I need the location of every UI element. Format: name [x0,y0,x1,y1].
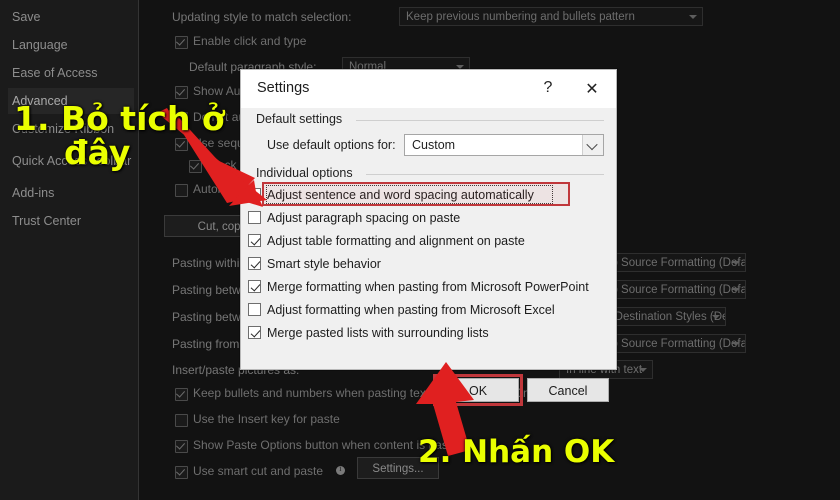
option-label-adjust-sentence-spacing[interactable]: Adjust sentence and word spacing automat… [267,188,534,202]
use-default-options-dropdown[interactable]: Custom [404,134,604,156]
close-button[interactable]: ✕ [572,70,612,108]
chevron-down-icon [732,288,740,292]
smart-cut-paste-checkbox[interactable] [175,466,188,479]
updating-style-dropdown[interactable]: Keep previous numbering and bullets patt… [399,7,703,26]
chevron-down-icon[interactable] [582,135,603,155]
sidebar-item-add-ins[interactable]: Add-ins [8,180,134,206]
chevron-down-icon [689,15,697,19]
option-checkbox-merge-formatting-powerpoint[interactable] [248,280,261,293]
info-icon[interactable] [336,464,345,475]
dialog-title: Settings [257,80,310,96]
option-checkbox-adjust-formatting-excel[interactable] [248,303,261,316]
chevron-down-icon [712,315,720,319]
annotation-step-1-line2: đây [64,132,131,172]
option-checkbox-smart-style-behavior[interactable] [248,257,261,270]
chevron-down-icon [732,342,740,346]
updating-style-value: Keep previous numbering and bullets patt… [406,11,635,23]
use-default-options-value: Custom [412,138,456,152]
insert-key-paste-label: Use the Insert key for paste [193,412,340,426]
updating-style-label: Updating style to match selection: [172,10,352,24]
option-checkbox-adjust-table-formatting[interactable] [248,234,261,247]
screenshot-root: Save Language Ease of Access Advanced Cu… [0,0,840,500]
question-mark-icon: ? [543,79,553,96]
enable-click-and-type-checkbox[interactable] [175,36,188,49]
sidebar-item-ease-of-access[interactable]: Ease of Access [8,60,134,86]
chevron-down-icon [639,368,647,372]
close-icon: ✕ [585,81,599,98]
option-label-smart-style-behavior[interactable]: Smart style behavior [267,257,381,271]
option-label-adjust-formatting-excel[interactable]: Adjust formatting when pasting from Micr… [267,303,555,317]
cancel-button[interactable]: Cancel [527,378,609,402]
option-label-merge-pasted-lists[interactable]: Merge pasted lists with surrounding list… [267,326,489,340]
sidebar-item-trust-center[interactable]: Trust Center [8,208,134,234]
dialog-title-bar: Settings ? ✕ [241,70,616,108]
option-label-merge-formatting-powerpoint[interactable]: Merge formatting when pasting from Micro… [267,280,589,294]
smart-cut-paste-label: Use smart cut and paste [193,464,324,478]
dialog-body: Default settings Use default options for… [241,108,616,406]
help-button[interactable]: ? [528,70,568,108]
keep-bullets-checkbox[interactable] [175,388,188,401]
use-default-options-label: Use default options for: [267,138,396,152]
sidebar-item-language[interactable]: Language [8,32,134,58]
annotation-step-2: 2. Nhấn OK [418,434,615,470]
settings-dialog: Settings ? ✕ Default settings Use defaul… [240,69,617,406]
show-paste-options-checkbox[interactable] [175,440,188,453]
sidebar-item-save[interactable]: Save [8,4,134,30]
option-checkbox-merge-pasted-lists[interactable] [248,326,261,339]
show-autocomplete-checkbox[interactable] [175,86,188,99]
insert-key-paste-checkbox[interactable] [175,414,188,427]
option-label-adjust-table-formatting[interactable]: Adjust table formatting and alignment on… [267,234,525,248]
group-divider [366,174,604,175]
enable-click-and-type-label: Enable click and type [193,34,307,48]
options-sidebar: Save Language Ease of Access Advanced Cu… [0,0,139,500]
group-divider [356,120,604,121]
option-label-adjust-paragraph-spacing[interactable]: Adjust paragraph spacing on paste [267,211,460,225]
annotation-step-1: 1. Bỏ tích ở đây [14,102,225,169]
chevron-down-icon [732,261,740,265]
